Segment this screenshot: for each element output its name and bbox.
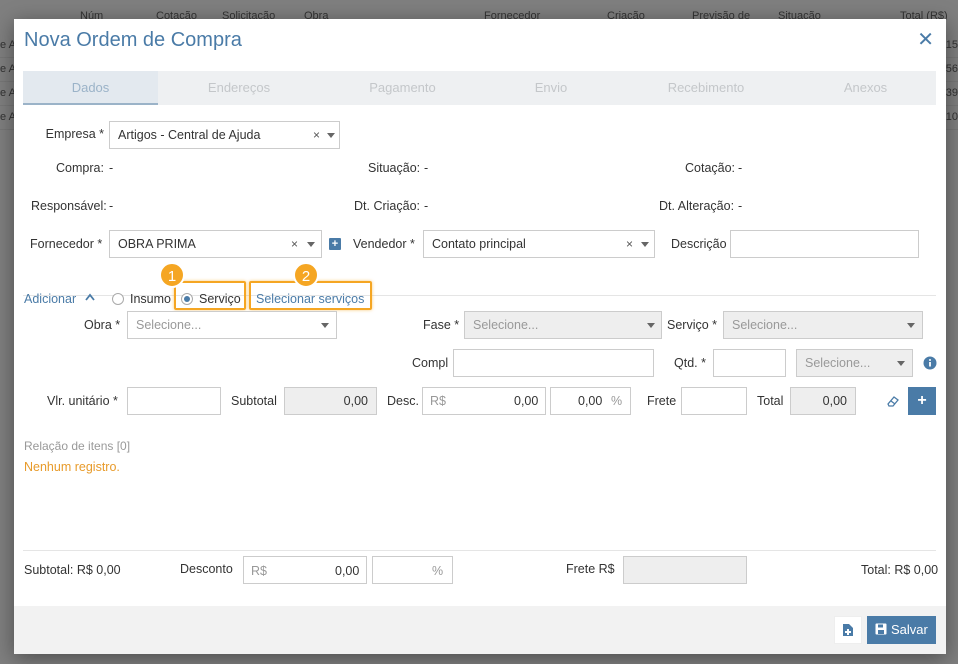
descricao-label: Descrição <box>671 237 727 251</box>
subtotal-value: 0,00 <box>284 387 377 415</box>
responsavel-value: - <box>109 199 114 213</box>
empresa-chevron-down-icon[interactable] <box>327 133 335 138</box>
servico-label: Serviço * <box>667 318 718 332</box>
subtotal-total: Subtotal: R$ 0,00 <box>24 563 121 577</box>
dt-alteracao-label: Dt. Alteração: <box>659 199 735 213</box>
vlr-unitario-label: Vlr. unitário * <box>47 394 118 408</box>
frete-label: Frete <box>647 394 677 408</box>
step-badge-1: 1 <box>159 262 185 288</box>
unidade-chevron-down-icon[interactable] <box>897 361 905 366</box>
fase-label: Fase * <box>423 318 460 332</box>
frete-total-value <box>623 556 747 584</box>
vlr-unitario-input[interactable] <box>127 387 221 415</box>
modal-title: Nova Ordem de Compra <box>24 29 242 51</box>
desc-currency-prefix: R$ <box>430 394 446 408</box>
desc-percent-value: 0,00 <box>578 394 603 408</box>
empresa-clear-icon[interactable]: × <box>313 128 320 142</box>
tab-anexos[interactable]: Anexos <box>795 71 936 105</box>
document-add-button[interactable] <box>834 616 862 644</box>
fase-select[interactable]: Selecione... <box>464 311 662 339</box>
save-button[interactable]: Salvar <box>867 616 936 644</box>
desconto-currency-prefix: R$ <box>251 564 267 578</box>
desconto-value: 0,00 <box>335 564 360 578</box>
frete-input[interactable] <box>681 387 747 415</box>
chevron-up-icon[interactable] <box>85 293 95 301</box>
frete-total-label: Frete R$ <box>566 562 615 576</box>
tab-envio[interactable]: Envio <box>485 71 617 105</box>
qtd-input[interactable] <box>713 349 786 377</box>
situacao-value: - <box>424 161 429 175</box>
tab-dados[interactable]: Dados <box>23 71 158 105</box>
qtd-label: Qtd. * <box>674 356 706 370</box>
dt-criacao-label: Dt. Criação: <box>354 199 420 213</box>
cotacao-label: Cotação: <box>685 161 736 175</box>
floppy-disk-icon <box>875 623 887 635</box>
desconto-percent-sign: % <box>432 564 444 578</box>
modal-footer: Salvar <box>14 606 946 654</box>
compra-label: Compra: <box>56 161 104 175</box>
add-item-button[interactable]: + <box>908 387 936 415</box>
tab-pagamento[interactable]: Pagamento <box>320 71 485 105</box>
compl-input[interactable] <box>453 349 654 377</box>
insumo-radio[interactable] <box>112 293 124 305</box>
responsavel-label: Responsável: <box>31 199 107 213</box>
total-value: 0,00 <box>790 387 856 415</box>
new-purchase-order-modal: Nova Ordem de Compra ✕ Dados Endereços P… <box>14 19 946 654</box>
fornecedor-label: Fornecedor * <box>30 237 103 251</box>
servico-chevron-down-icon[interactable] <box>907 323 915 328</box>
obra-label: Obra * <box>84 318 121 332</box>
empresa-label: Empresa * <box>45 127 104 141</box>
file-plus-icon <box>843 624 853 636</box>
cotacao-value: - <box>738 161 743 175</box>
situacao-label: Situação: <box>368 161 421 175</box>
close-icon[interactable]: ✕ <box>917 29 934 51</box>
tab-bar: Dados Endereços Pagamento Envio Recebime… <box>23 71 936 105</box>
save-button-label: Salvar <box>891 622 928 637</box>
unidade-select[interactable]: Selecione... <box>796 349 913 377</box>
empty-state-text: Nenhum registro. <box>24 460 120 474</box>
subtotal-label: Subtotal <box>231 394 277 408</box>
eraser-icon[interactable] <box>886 395 900 407</box>
percent-sign: % <box>611 394 623 408</box>
obra-chevron-down-icon[interactable] <box>321 323 329 328</box>
descricao-input[interactable] <box>730 230 919 258</box>
vendedor-label: Vendedor * <box>353 237 415 251</box>
relacao-itens-label: Relação de itens [0] <box>24 439 131 453</box>
fase-chevron-down-icon[interactable] <box>647 323 655 328</box>
empresa-select[interactable]: Artigos - Central de Ajuda <box>109 121 340 149</box>
compl-label: Compl <box>412 356 449 370</box>
fornecedor-chevron-down-icon[interactable] <box>307 242 315 247</box>
obra-select[interactable]: Selecione... <box>127 311 337 339</box>
totals-divider <box>23 550 936 551</box>
add-fornecedor-plus-icon[interactable]: + <box>329 238 341 250</box>
vendedor-chevron-down-icon[interactable] <box>641 242 649 247</box>
adicionar-toggle[interactable]: Adicionar <box>24 292 76 306</box>
servico-select[interactable]: Selecione... <box>723 311 923 339</box>
dt-criacao-value: - <box>424 199 429 213</box>
insumo-label: Insumo <box>130 292 171 306</box>
desc-currency-value: 0,00 <box>514 394 539 408</box>
dt-alteracao-value: - <box>738 199 743 213</box>
fornecedor-clear-icon[interactable]: × <box>291 237 298 251</box>
desc-label: Desc. <box>387 394 419 408</box>
compra-value: - <box>109 161 114 175</box>
info-icon[interactable] <box>923 356 937 370</box>
vendedor-select[interactable]: Contato principal <box>423 230 655 258</box>
step-badge-2: 2 <box>293 262 319 288</box>
tab-enderecos[interactable]: Endereços <box>158 71 320 105</box>
tab-recebimento[interactable]: Recebimento <box>617 71 795 105</box>
desconto-label: Desconto <box>180 562 233 576</box>
vendedor-clear-icon[interactable]: × <box>626 237 633 251</box>
highlight-box-1 <box>174 281 246 310</box>
total-label: Total <box>757 394 784 408</box>
grand-total: Total: R$ 0,00 <box>861 563 939 577</box>
